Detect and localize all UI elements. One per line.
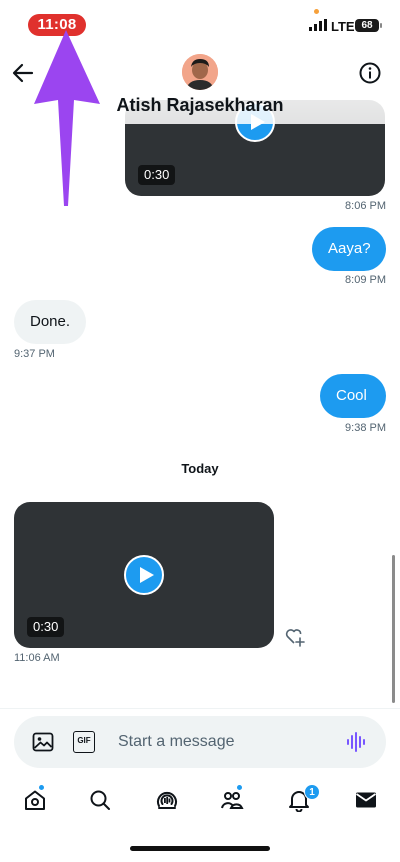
composer-divider [0,708,400,709]
play-icon[interactable] [124,555,164,595]
voice-message-icon[interactable] [345,730,369,754]
message-timestamp: 9:37 PM [14,348,55,360]
message-timestamp: 8:06 PM [345,200,386,212]
battery-icon: 68 [355,19,379,32]
nav-search[interactable] [83,784,117,818]
notification-dot [38,784,45,791]
image-icon[interactable] [31,730,55,754]
nav-home[interactable] [18,784,52,818]
video-message-today[interactable]: 0:30 [14,502,274,648]
message-bubble-incoming[interactable]: Done. [14,300,86,344]
battery-tip [380,23,382,28]
message-timestamp: 11:06 AM [14,652,60,664]
message-input[interactable] [118,716,338,768]
messages-icon [355,792,377,808]
home-indicator[interactable] [130,846,270,851]
notifications-badge: 1 [304,784,320,800]
notification-dot [236,784,243,791]
video-duration: 0:30 [138,165,176,185]
day-separator: Today [181,461,219,476]
info-circle-icon[interactable] [358,61,382,85]
add-reaction-icon[interactable] [284,625,306,647]
message-timestamp: 9:38 PM [345,422,386,434]
signal-icon [309,19,327,31]
spaces-icon [157,791,177,809]
home-icon [25,790,45,810]
nav-spaces[interactable] [150,784,184,818]
scrollbar[interactable] [392,555,395,703]
message-bubble-outgoing[interactable]: Cool [320,374,386,418]
nav-messages[interactable] [349,784,383,818]
search-icon [90,790,110,810]
network-label: LTE [331,19,355,34]
bottom-navigation [0,784,400,818]
avatar-image [182,54,218,90]
message-composer: GIF [14,716,386,768]
video-duration: 0:30 [27,617,65,637]
message-timestamp: 8:09 PM [345,274,386,286]
privacy-indicator-dot [314,9,319,14]
nav-communities[interactable] [215,784,249,818]
gif-icon[interactable]: GIF [73,731,95,753]
communities-icon [221,792,244,809]
avatar[interactable] [182,54,218,90]
message-bubble-outgoing[interactable]: Aaya? [312,227,386,271]
annotation-arrow [34,30,100,206]
